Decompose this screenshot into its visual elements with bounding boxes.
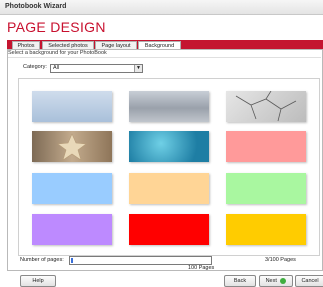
thumb-peach[interactable] [129,173,209,204]
thumb-light-blue-sky[interactable] [32,91,112,122]
window-titlebar: Photobook Wizard [0,0,323,15]
thumb-cracked-earth[interactable] [226,91,306,122]
window-title: Photobook Wizard [5,3,67,10]
thumb-red[interactable] [129,214,209,245]
divider [8,57,321,58]
panel-subheading: Select a background for your PhotoBook [8,50,107,56]
starfish-icon [57,133,87,161]
pages-count: 3/100 Pages [265,257,296,263]
page-header: PAGE DESIGN [0,15,323,39]
next-label: Next [265,278,277,284]
category-value: All [53,65,60,71]
pages-progress-fill [71,258,73,263]
thumb-lavender[interactable] [32,214,112,245]
category-select[interactable]: All ▼ [50,64,143,73]
thumb-pink[interactable] [226,131,306,162]
pages-progress-bar [69,256,212,265]
chevron-down-icon[interactable]: ▼ [134,65,142,72]
thumb-starfish-sand[interactable] [32,131,112,162]
thumb-yellow[interactable] [226,214,306,245]
page-title: PAGE DESIGN [7,19,106,35]
back-button[interactable]: Back [224,275,256,287]
thumb-light-green[interactable] [226,173,306,204]
thumb-blue-water[interactable] [129,131,209,162]
pages-max: 100 Pages [188,265,215,271]
pages-label: Number of pages: [20,257,64,263]
cancel-button[interactable]: Cancel [295,275,323,287]
cracks-icon [235,91,297,122]
thumb-light-blue[interactable] [32,173,112,204]
category-label: Category: [23,64,47,70]
tab-bar: Photos Selected photos Page layout Backg… [7,40,323,50]
help-button[interactable]: Help [20,275,56,287]
next-arrow-icon [280,277,287,284]
thumb-grey-clouds[interactable] [129,91,209,122]
next-button[interactable]: Next [259,275,293,287]
